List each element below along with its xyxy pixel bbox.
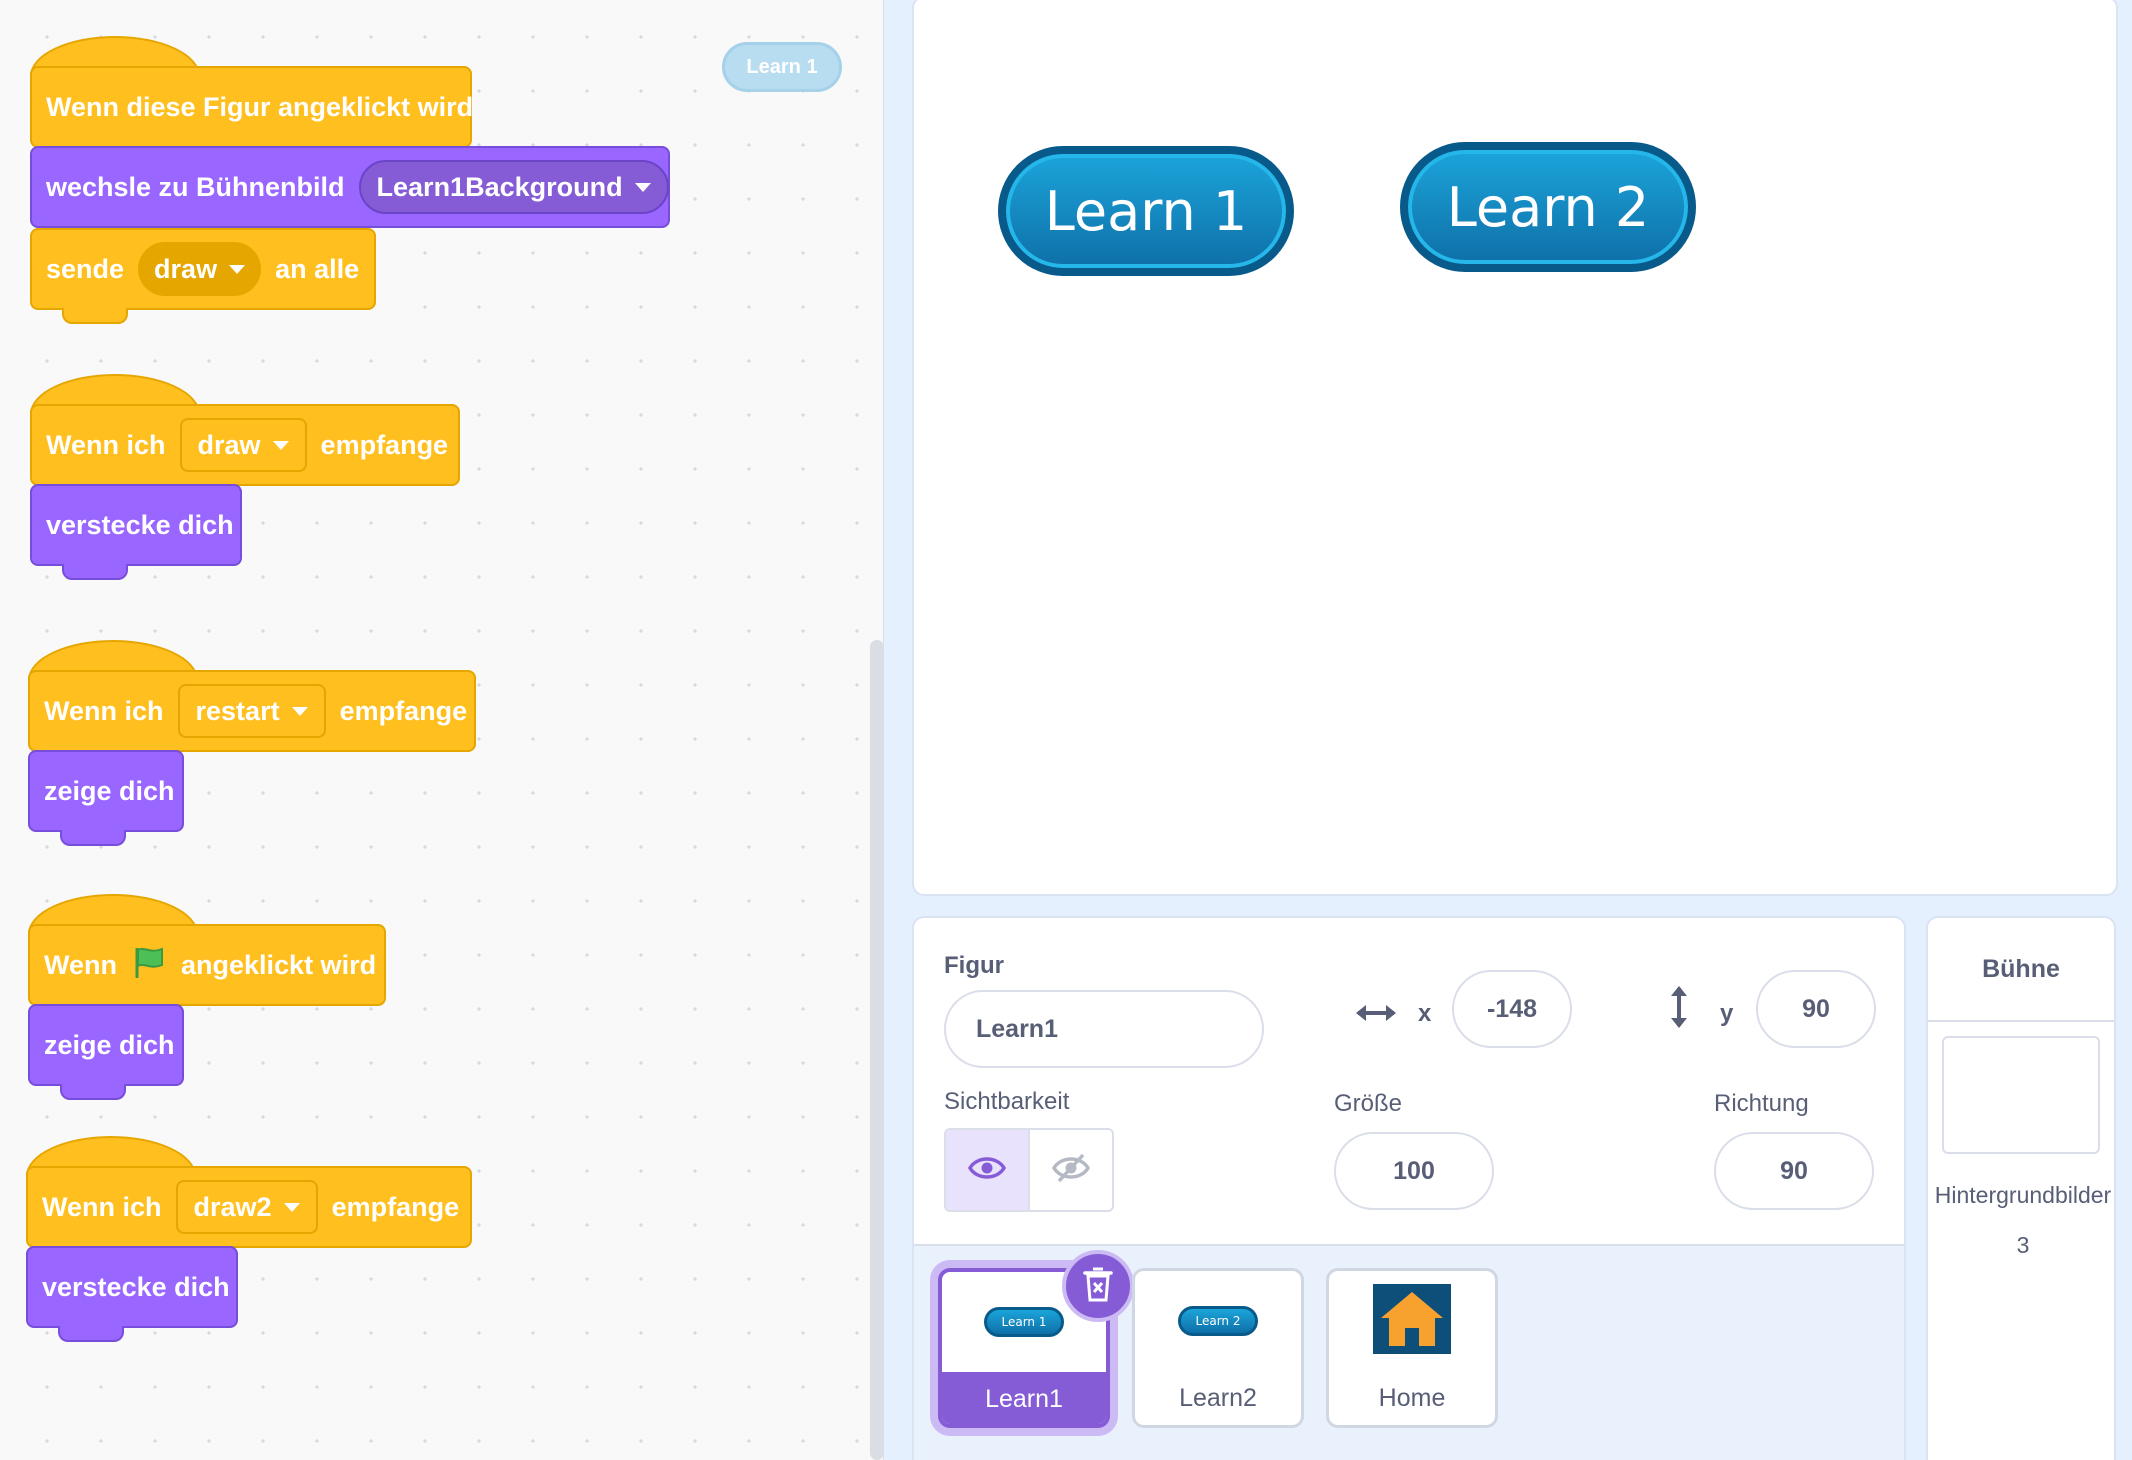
message-dropdown[interactable]: restart bbox=[177, 684, 326, 738]
block-text: angeklickt wird bbox=[181, 949, 377, 980]
backdrop-dropdown[interactable]: Learn1Background bbox=[358, 160, 669, 214]
when-receive-block[interactable]: Wenn ich draw empfange bbox=[30, 404, 460, 486]
x-label: x bbox=[1418, 1000, 1432, 1027]
visibility-label: Sichtbarkeit bbox=[944, 1088, 1070, 1115]
current-sprite-indicator: Learn 1 bbox=[722, 42, 842, 92]
thumbnail-pill: Learn 2 bbox=[1178, 1306, 1258, 1336]
block-text: empfange bbox=[339, 695, 468, 726]
block-text: Wenn ich bbox=[46, 429, 166, 460]
dropdown-value: restart bbox=[195, 695, 280, 726]
code-area-scrollbar[interactable] bbox=[870, 640, 883, 1460]
block-text: zeige dich bbox=[44, 1029, 175, 1060]
stage-selector[interactable]: Bühne Hintergrundbilder 3 bbox=[1926, 916, 2116, 1460]
broadcast-block[interactable]: sende draw an alle bbox=[30, 228, 376, 310]
sprite-info-pane: Figur Learn1 x -148 y 90 Sichtbarkeit Gr… bbox=[912, 916, 1906, 1460]
sprite-tile-label: Learn1 bbox=[942, 1372, 1106, 1424]
horizontal-arrows-icon bbox=[1354, 1000, 1398, 1031]
chevron-down-icon bbox=[229, 264, 246, 274]
when-sprite-clicked-block[interactable]: Wenn diese Figur angeklickt wird bbox=[30, 66, 474, 148]
visibility-toggle bbox=[944, 1128, 1114, 1212]
when-receive-block[interactable]: Wenn ich restart empfange bbox=[28, 670, 476, 752]
block-notch bbox=[60, 1084, 126, 1100]
sprite-tile-home[interactable]: Home bbox=[1326, 1268, 1498, 1428]
hide-sprite-button[interactable] bbox=[1030, 1130, 1112, 1210]
green-flag-icon bbox=[131, 944, 167, 987]
block-text: verstecke dich bbox=[46, 509, 234, 540]
show-block[interactable]: zeige dich bbox=[28, 750, 184, 832]
when-flag-clicked-block[interactable]: Wenn angeklickt wird bbox=[28, 924, 386, 1006]
block-text: an alle bbox=[275, 253, 360, 284]
show-sprite-button[interactable] bbox=[946, 1130, 1030, 1210]
direction-label: Richtung bbox=[1714, 1090, 1809, 1117]
dropdown-value: draw bbox=[197, 429, 261, 460]
sprite-thumbnail bbox=[1329, 1271, 1495, 1371]
when-receive-block[interactable]: Wenn ich draw2 empfange bbox=[26, 1166, 472, 1248]
chevron-down-icon bbox=[291, 706, 308, 716]
block-text: sende bbox=[46, 253, 125, 284]
sprite-tile-learn2[interactable]: Learn 2 Learn2 bbox=[1132, 1268, 1304, 1428]
block-text: empfange bbox=[331, 1191, 460, 1222]
delete-sprite-button[interactable] bbox=[1062, 1250, 1134, 1322]
stage-selector-title: Bühne bbox=[1928, 918, 2114, 1022]
eye-slash-icon bbox=[1051, 1153, 1091, 1188]
block-notch bbox=[58, 1326, 124, 1342]
hide-block[interactable]: verstecke dich bbox=[30, 484, 242, 566]
stage-thumbnail[interactable] bbox=[1942, 1036, 2100, 1154]
size-label: Größe bbox=[1334, 1090, 1403, 1117]
figure-label: Figur bbox=[944, 952, 1004, 979]
sprite-list: Learn 1 Learn1 Learn 2 Learn2 Home bbox=[914, 1244, 1904, 1460]
message-dropdown[interactable]: draw bbox=[138, 242, 262, 296]
dropdown-value: Learn1Background bbox=[376, 171, 623, 202]
thumbnail-pill: Learn 1 bbox=[984, 1307, 1064, 1337]
house-icon bbox=[1373, 1283, 1451, 1359]
block-text: verstecke dich bbox=[42, 1271, 230, 1302]
sprite-tile-label: Home bbox=[1378, 1383, 1446, 1412]
block-text: zeige dich bbox=[44, 775, 175, 806]
message-dropdown[interactable]: draw bbox=[179, 418, 307, 472]
sprite-tile-label: Learn2 bbox=[1179, 1383, 1257, 1412]
backdrops-label: Hintergrundbilder bbox=[1934, 1182, 2112, 1208]
show-block[interactable]: zeige dich bbox=[28, 1004, 184, 1086]
hide-block[interactable]: verstecke dich bbox=[26, 1246, 238, 1328]
block-text: wechsle zu Bühnenbild bbox=[46, 171, 345, 202]
stage-sprite-learn1[interactable]: Learn 1 bbox=[998, 146, 1294, 276]
size-input[interactable]: 100 bbox=[1334, 1132, 1494, 1210]
sprite-label: Learn 2 bbox=[1446, 175, 1650, 239]
y-label: y bbox=[1720, 1000, 1734, 1027]
block-notch bbox=[62, 564, 128, 580]
stage-sprite-learn2[interactable]: Learn 2 bbox=[1400, 142, 1696, 272]
block-notch bbox=[60, 830, 126, 846]
trash-icon bbox=[1082, 1265, 1114, 1308]
y-position-input[interactable]: 90 bbox=[1756, 970, 1876, 1048]
dropdown-value: draw bbox=[154, 253, 218, 284]
vertical-arrows-icon bbox=[1666, 984, 1692, 1035]
sprite-name-input[interactable]: Learn1 bbox=[944, 990, 1264, 1068]
stage[interactable]: Learn 1 Learn 2 bbox=[912, 0, 2118, 896]
sprite-label: Learn 1 bbox=[1044, 179, 1248, 243]
backdrops-count: 3 bbox=[2016, 1232, 2030, 1258]
chevron-down-icon bbox=[283, 1202, 300, 1212]
block-text: Wenn diese Figur angeklickt wird bbox=[46, 91, 474, 122]
block-text: Wenn ich bbox=[42, 1191, 162, 1222]
x-position-input[interactable]: -148 bbox=[1452, 970, 1572, 1048]
chevron-down-icon bbox=[272, 440, 289, 450]
dropdown-value: draw2 bbox=[193, 1191, 272, 1222]
direction-input[interactable]: 90 bbox=[1714, 1132, 1874, 1210]
block-text: empfange bbox=[320, 429, 449, 460]
message-dropdown[interactable]: draw2 bbox=[175, 1180, 318, 1234]
block-notch bbox=[62, 308, 128, 324]
block-text: Wenn bbox=[44, 949, 117, 980]
block-text: Wenn ich bbox=[44, 695, 164, 726]
chevron-down-icon bbox=[634, 182, 651, 192]
eye-icon bbox=[967, 1155, 1007, 1186]
sprite-thumbnail: Learn 2 bbox=[1135, 1271, 1301, 1371]
switch-backdrop-block[interactable]: wechsle zu Bühnenbild Learn1Background bbox=[30, 146, 670, 228]
code-area[interactable]: Learn 1 Wenn diese Figur angeklickt wird… bbox=[0, 0, 884, 1460]
